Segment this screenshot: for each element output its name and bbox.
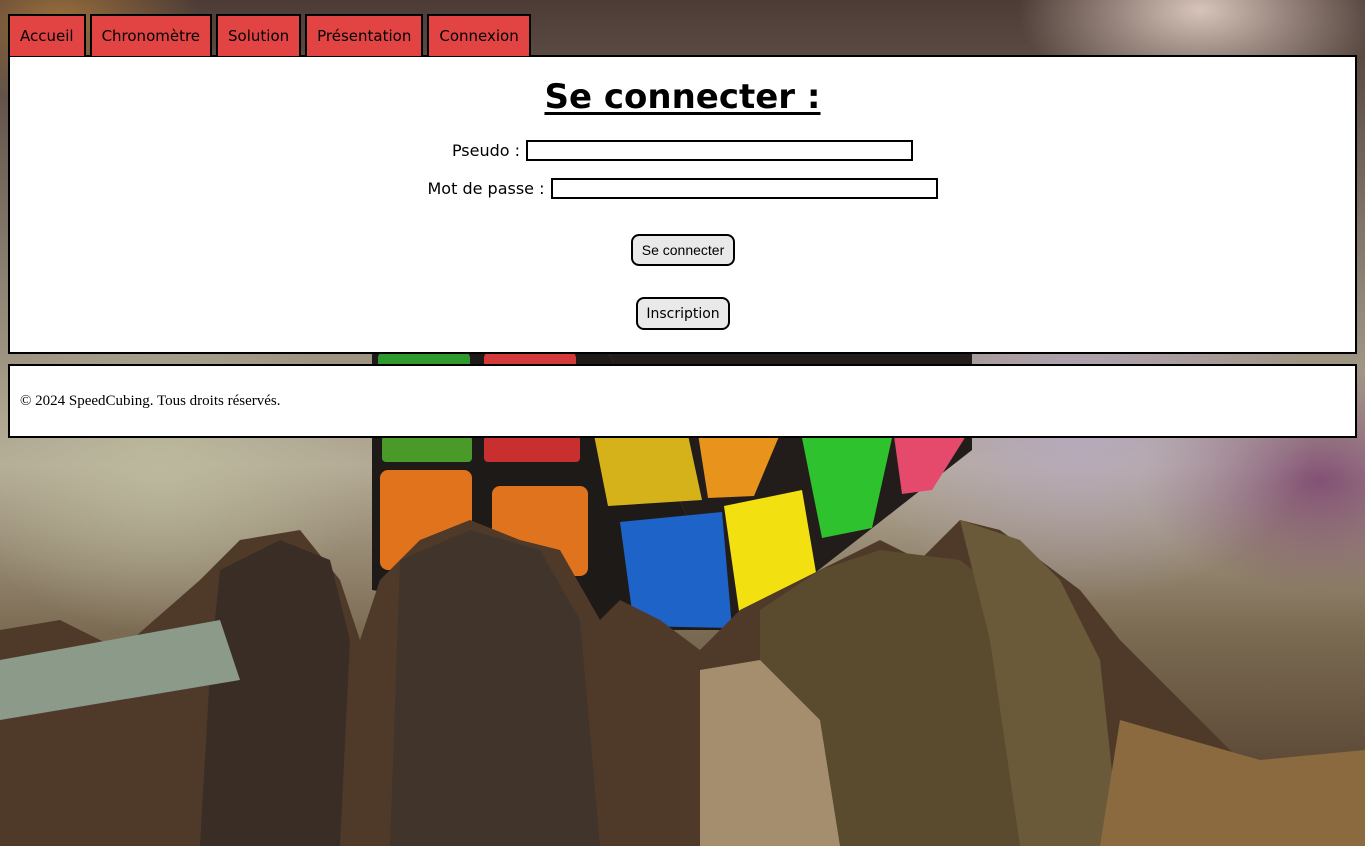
wooden-stump-image [0, 520, 1365, 846]
tab-presentation[interactable]: Présentation [305, 14, 424, 56]
password-label: Mot de passe : [427, 179, 545, 198]
footer: © 2024 SpeedCubing. Tous droits réservés… [8, 364, 1357, 438]
tab-accueil[interactable]: Accueil [8, 14, 86, 56]
register-button[interactable]: Inscription [636, 297, 730, 330]
login-panel: Se connecter : Pseudo : Mot de passe : S… [8, 55, 1357, 354]
login-button[interactable]: Se connecter [631, 234, 735, 266]
tab-solution[interactable]: Solution [216, 14, 302, 56]
username-input[interactable] [526, 140, 914, 161]
password-input[interactable] [550, 178, 938, 199]
copyright-text: © 2024 SpeedCubing. Tous droits réservés… [20, 393, 281, 409]
password-row: Mot de passe : [10, 178, 1355, 199]
tab-chronometre[interactable]: Chronomètre [89, 14, 213, 56]
main-nav: Accueil Chronomètre Solution Présentatio… [8, 14, 531, 56]
page-title: Se connecter : [544, 77, 821, 117]
tab-connexion[interactable]: Connexion [427, 14, 531, 56]
username-row: Pseudo : [10, 140, 1355, 161]
username-label: Pseudo : [451, 141, 521, 160]
